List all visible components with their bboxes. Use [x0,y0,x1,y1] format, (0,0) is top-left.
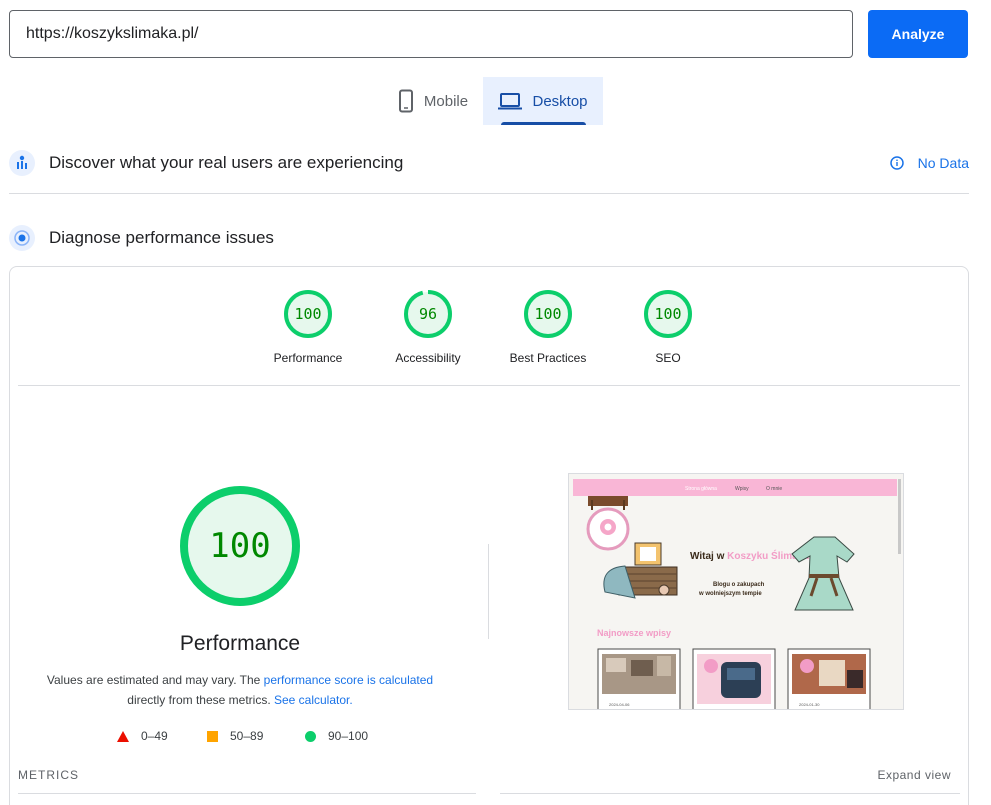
divider [18,385,960,386]
no-data-link[interactable]: No Data [889,155,969,171]
tab-mobile[interactable]: Mobile [384,77,482,125]
legend-pass: 90–100 [305,729,368,743]
score-accessibility-label: Accessibility [395,351,461,365]
square-icon [207,730,218,742]
preview-tagline-1: Blogu o zakupach [713,582,765,588]
preview-nav-posts: Wpisy [735,486,749,492]
score-best-practices-value: 100 [534,305,562,323]
gauge-performance: 100 [284,290,332,338]
score-best-practices[interactable]: 100 Best Practices [488,290,608,365]
legend-average-label: 50–89 [230,729,264,743]
divider [488,544,489,639]
divider [18,793,476,794]
legend-average: 50–89 [207,729,263,743]
diagnose-icon [9,225,35,251]
tab-desktop[interactable]: Desktop [483,77,603,125]
preview-heading-part1: Witaj w [690,551,727,562]
phone-icon [398,89,413,113]
preview-post-date-1: 2024-04-06 [609,702,630,707]
preview-tagline-2: w wolniejszym tempie [698,591,762,597]
score-performance-value: 100 [294,305,322,323]
gauge-best-practices: 100 [524,290,572,338]
triangle-icon [117,730,129,742]
score-accessibility-value: 96 [418,305,438,323]
performance-title: Performance [179,632,301,655]
score-seo-label: SEO [655,351,681,365]
tab-mobile-label: Mobile [423,92,469,110]
legend-fail: 0–49 [117,729,168,743]
see-calculator-link[interactable]: See calculator. [274,693,353,707]
users-chart-icon [9,150,35,176]
divider [9,193,969,194]
tab-selected-indicator [501,122,586,125]
diagnose-title: Diagnose performance issues [49,228,274,247]
score-accessibility[interactable]: 96 Accessibility [368,290,488,365]
diagnose-section: Diagnose performance issues [9,221,969,255]
score-performance[interactable]: 100 Performance [248,290,368,365]
performance-score-value: 100 [209,526,271,566]
score-performance-label: Performance [273,351,343,365]
expand-view-button[interactable]: Expand view [877,768,951,782]
svg-text:Witaj w Koszyku Ślimaka: Witaj w Koszyku Ślimaka [690,549,809,562]
preview-post-date-3: 2024-01-30 [799,702,820,707]
score-calculated-link[interactable]: performance score is calculated [264,673,433,687]
metrics-heading: METRICS [18,768,79,782]
laptop-icon [498,93,523,110]
preview-nav-about: O mnie [766,486,782,492]
circle-icon [305,730,316,742]
performance-description: Values are estimated and may vary. The p… [46,673,434,707]
preview-posts-title: Najnowsze wpisy [597,628,671,638]
score-seo[interactable]: 100 SEO [608,290,728,365]
preview-nav-home: Strona główna [685,486,717,492]
legend-fail-label: 0–49 [141,729,168,743]
no-data-label: No Data [917,155,969,171]
legend-pass-label: 90–100 [328,729,369,743]
url-input[interactable] [9,10,853,58]
field-data-title: Discover what your real users are experi… [49,153,404,172]
performance-big-gauge: 100 [180,486,300,606]
gauge-accessibility: 96 [404,290,452,338]
analyze-button[interactable]: Analyze [868,10,968,58]
tab-desktop-label: Desktop [532,92,588,110]
score-seo-value: 100 [654,305,682,323]
field-data-section: Discover what your real users are experi… [9,146,969,180]
info-icon [889,156,904,170]
score-best-practices-label: Best Practices [509,351,587,365]
gauge-seo: 100 [644,290,692,338]
divider [500,793,960,794]
page-screenshot: Strona główna Wpisy O mnie Witaj w Koszy… [568,473,904,710]
